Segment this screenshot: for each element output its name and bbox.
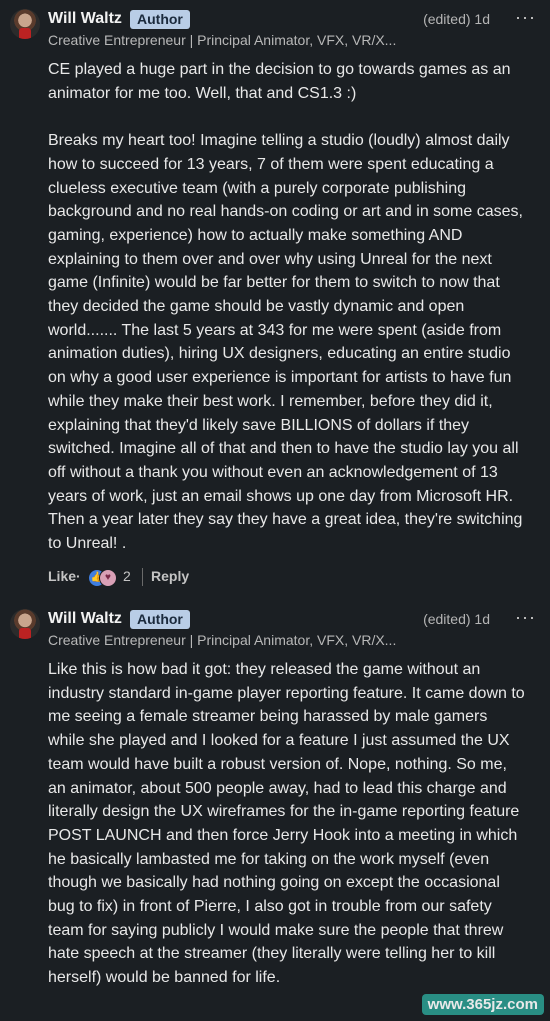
timestamp: (edited) 1d	[423, 11, 490, 27]
author-name[interactable]: Will Waltz	[48, 610, 122, 628]
ellipsis-icon[interactable]: ···	[515, 607, 536, 628]
comment-paragraph: Breaks my heart too! Imagine telling a s…	[48, 132, 523, 553]
comment-header: Will Waltz Author (edited) 1d ··· Creati…	[48, 607, 540, 649]
timestamp: (edited) 1d	[423, 611, 490, 627]
author-headline: Creative Entrepreneur | Principal Animat…	[48, 32, 397, 48]
comment-body: Like this is how bad it got: they releas…	[48, 658, 528, 990]
author-badge: Author	[130, 610, 190, 629]
comment-paragraph: Like this is how bad it got: they releas…	[48, 661, 525, 987]
like-button[interactable]: Like	[48, 568, 76, 584]
avatar[interactable]	[10, 9, 40, 39]
comment-header: Will Waltz Author (edited) 1d ··· Creati…	[48, 7, 540, 49]
author-name[interactable]: Will Waltz	[48, 10, 122, 28]
heart-icon: ♥	[99, 569, 117, 587]
separator-dot: ·	[76, 568, 81, 584]
reaction-count[interactable]: 2	[123, 568, 131, 584]
author-headline: Creative Entrepreneur | Principal Animat…	[48, 632, 397, 648]
comment-body: CE played a huge part in the decision to…	[48, 58, 528, 556]
ellipsis-icon[interactable]: ···	[515, 7, 536, 28]
reply-button[interactable]: Reply	[151, 568, 189, 584]
divider	[142, 568, 143, 586]
author-badge: Author	[130, 10, 190, 29]
reactions[interactable]: 👍 ♥	[88, 568, 120, 587]
watermark: www.365jz.com	[421, 994, 544, 1015]
avatar[interactable]	[10, 609, 40, 639]
comment-paragraph: CE played a huge part in the decision to…	[48, 61, 511, 102]
